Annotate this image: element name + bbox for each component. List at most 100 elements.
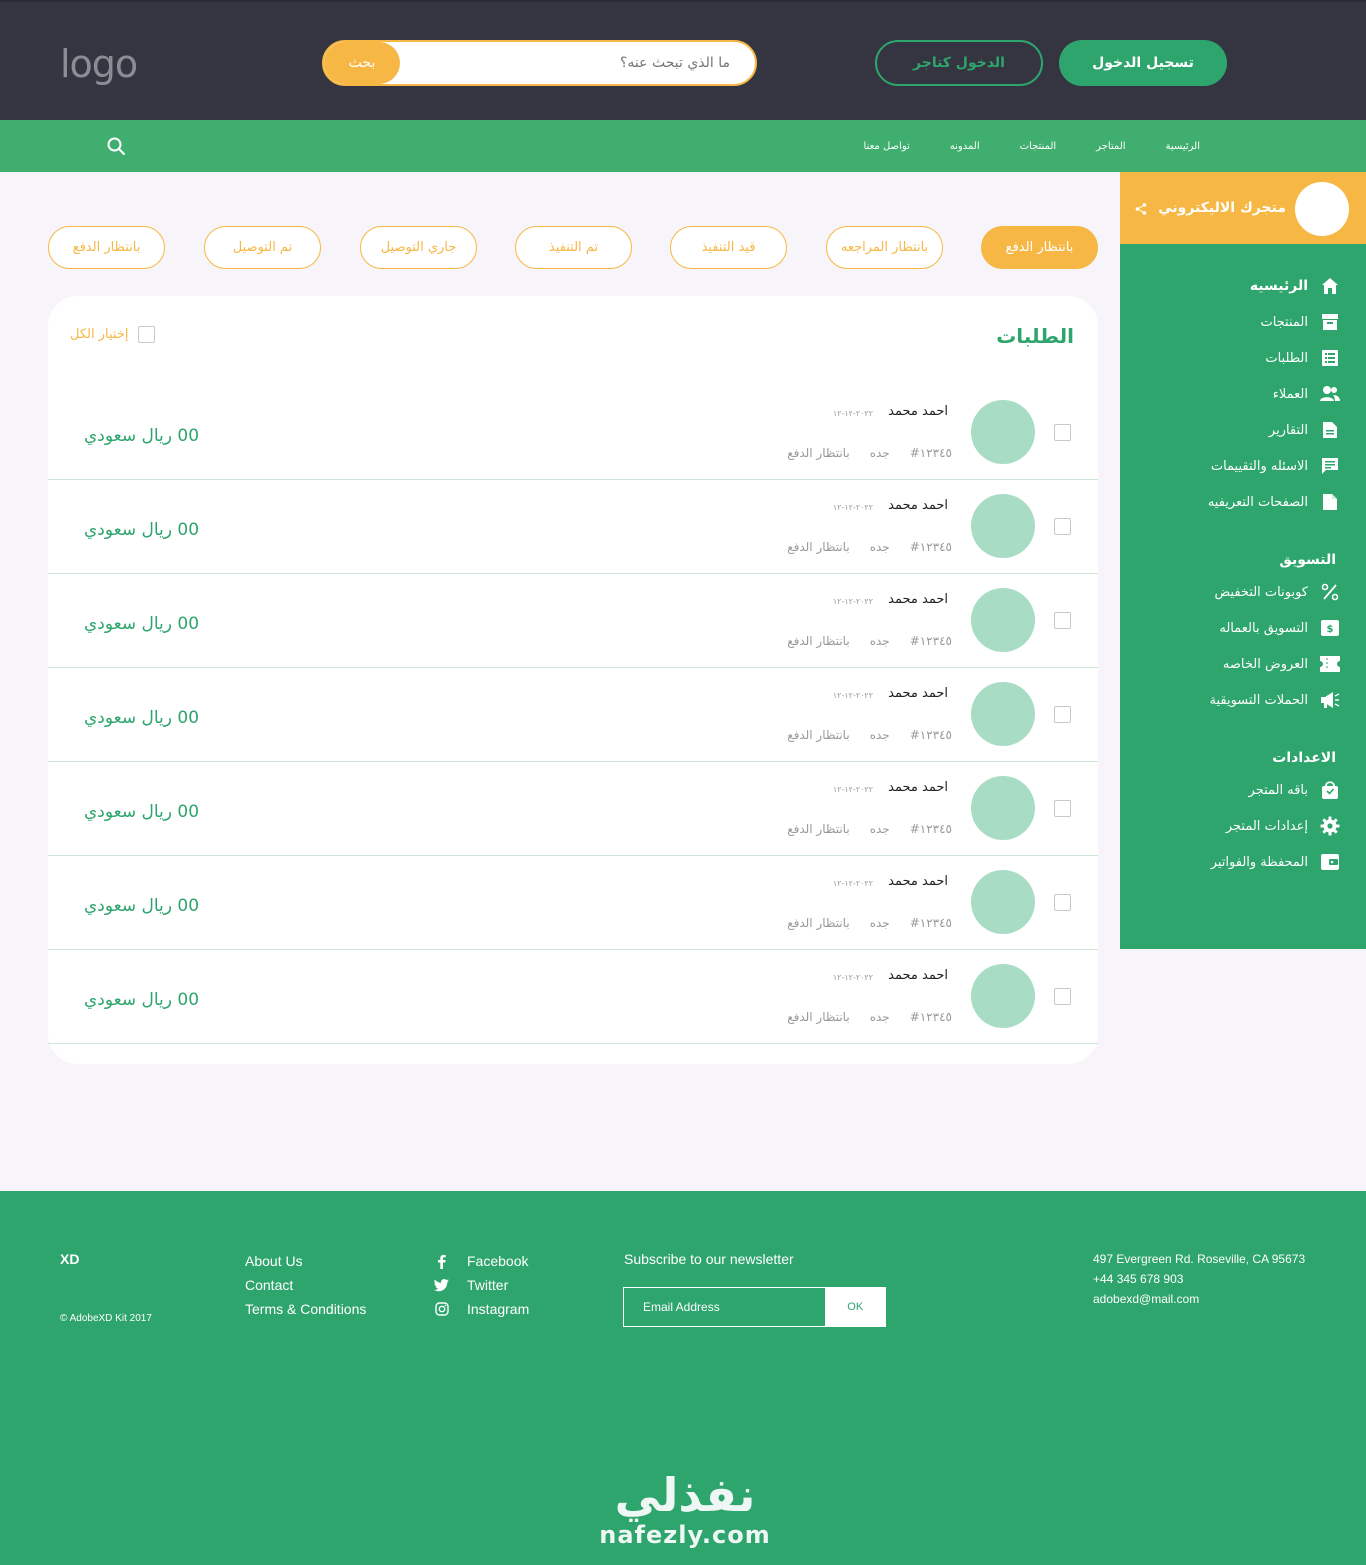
row-checkbox[interactable] xyxy=(1054,800,1071,817)
nav-item-stores[interactable]: المتاجر xyxy=(1076,141,1145,152)
order-price: 00 ريال سعودي xyxy=(84,426,200,446)
row-checkbox[interactable] xyxy=(1054,612,1071,629)
footer-link-terms[interactable]: Terms & Conditions xyxy=(245,1297,366,1321)
social-facebook[interactable]: Facebook xyxy=(434,1249,529,1273)
users-icon xyxy=(1320,384,1340,404)
orders-list: احمد محمد ٢٠٢٢-١٢-١٢ #١٢٣٤٥ جده بانتظار … xyxy=(48,386,1098,1044)
merchant-login-button[interactable]: الدخول كتاجر xyxy=(875,40,1043,86)
sidebar-item-questions[interactable]: الاسئله والتقييمات xyxy=(1120,448,1366,484)
customer-name: احمد محمد xyxy=(888,874,948,889)
sidebar-item-label: التقارير xyxy=(1268,422,1308,438)
sidebar-item-label: العملاء xyxy=(1272,386,1308,402)
row-checkbox[interactable] xyxy=(1054,518,1071,535)
sidebar-item-label: الحملات التسويقية xyxy=(1209,692,1308,708)
store-avatar[interactable] xyxy=(1295,182,1349,236)
watermark-url: nafezly.com xyxy=(599,1521,771,1549)
order-row[interactable]: احمد محمد ٢٠٢٢-١٢-١٢ #١٢٣٤٥ جده بانتظار … xyxy=(48,480,1098,574)
filter-awaiting-review[interactable]: بانتظار المراجعه xyxy=(826,226,943,269)
order-meta: #١٢٣٤٥ جده بانتظار الدفع xyxy=(787,634,952,648)
customer-avatar xyxy=(971,400,1035,464)
top-header: logo بحث الدخول كتاجر تسجيل الدخول xyxy=(0,0,1366,120)
filter-delivered[interactable]: تم التوصيل xyxy=(204,226,321,269)
sidebar-item-wallet[interactable]: المحفظة والفواتير xyxy=(1120,844,1366,880)
filter-delivering[interactable]: جاري التوصيل xyxy=(360,226,477,269)
order-meta: #١٢٣٤٥ جده بانتظار الدفع xyxy=(787,540,952,554)
nav-item-blog[interactable]: المدونه xyxy=(930,141,1000,152)
order-id: #١٢٣٤٥ xyxy=(909,822,952,836)
subscribe-button[interactable]: OK xyxy=(825,1288,885,1326)
nav-item-home[interactable]: الرئيسية xyxy=(1146,141,1220,152)
document-icon xyxy=(1320,420,1340,440)
sidebar-item-offers[interactable]: العروض الخاصه xyxy=(1120,646,1366,682)
search-icon[interactable] xyxy=(106,136,126,156)
customer-name: احمد محمد xyxy=(888,968,948,983)
social-label: Facebook xyxy=(467,1253,529,1269)
sidebar-item-customers[interactable]: العملاء xyxy=(1120,376,1366,412)
sidebar-item-label: باقه المتجر xyxy=(1248,782,1308,798)
order-row[interactable]: احمد محمد ٢٠٢٢-١٢-١٢ #١٢٣٤٥ جده بانتظار … xyxy=(48,574,1098,668)
search-input[interactable] xyxy=(404,42,744,84)
signup-button[interactable]: تسجيل الدخول xyxy=(1059,40,1227,86)
order-date: ٢٠٢٢-١٢-١٢ xyxy=(832,691,873,700)
svg-text:$: $ xyxy=(1327,624,1334,635)
sidebar-item-label: إعدادات المتجر xyxy=(1225,818,1308,834)
order-meta: #١٢٣٤٥ جده بانتظار الدفع xyxy=(787,916,952,930)
email-address[interactable]: adobexd@mail.com xyxy=(1093,1289,1305,1309)
nav-item-products[interactable]: المنتجات xyxy=(1000,141,1077,152)
filter-in-progress[interactable]: قيد التنفيذ xyxy=(670,226,787,269)
sidebar-item-label: العروض الخاصه xyxy=(1222,656,1308,672)
nav-items: الرئيسية المتاجر المنتجات المدونه تواصل … xyxy=(840,120,1220,172)
customer-name: احمد محمد xyxy=(888,686,948,701)
sidebar-item-package[interactable]: باقه المتجر xyxy=(1120,772,1366,808)
order-price: 00 ريال سعودي xyxy=(84,802,200,822)
logo[interactable]: logo xyxy=(60,42,138,86)
filter-awaiting-payment-2[interactable]: بانتظار الدفع xyxy=(48,226,165,269)
watermark: نفذلي nafezly.com xyxy=(595,1469,775,1549)
newsletter-title: Subscribe to our newsletter xyxy=(624,1251,794,1267)
select-all-checkbox[interactable] xyxy=(138,326,156,343)
email-field[interactable] xyxy=(624,1288,826,1326)
order-row[interactable]: احمد محمد ٢٠٢٢-١٢-١٢ #١٢٣٤٥ جده بانتظار … xyxy=(48,386,1098,480)
select-all[interactable]: إختيار الكل xyxy=(70,326,156,343)
order-row[interactable]: احمد محمد ٢٠٢٢-١٢-١٢ #١٢٣٤٥ جده بانتظار … xyxy=(48,950,1098,1044)
order-date: ٢٠٢٢-١٢-١٢ xyxy=(832,597,873,606)
order-meta: #١٢٣٤٥ جده بانتظار الدفع xyxy=(787,728,952,742)
row-checkbox[interactable] xyxy=(1054,894,1071,911)
sidebar-item-label: الطلبات xyxy=(1265,350,1308,366)
sidebar-item-coupons[interactable]: كوبونات التخفيض xyxy=(1120,574,1366,610)
social-label: Instagram xyxy=(467,1301,530,1317)
order-id: #١٢٣٤٥ xyxy=(909,1010,952,1024)
order-row[interactable]: احمد محمد ٢٠٢٢-١٢-١٢ #١٢٣٤٥ جده بانتظار … xyxy=(48,856,1098,950)
sidebar-item-home[interactable]: الرئيسيه xyxy=(1120,268,1366,304)
phone-number: +44 345 678 903 xyxy=(1093,1272,1184,1286)
row-checkbox[interactable] xyxy=(1054,706,1071,723)
sidebar-item-affiliate[interactable]: $ التسويق بالعماله xyxy=(1120,610,1366,646)
social-instagram[interactable]: Instagram xyxy=(434,1297,529,1321)
sidebar-item-reports[interactable]: التقارير xyxy=(1120,412,1366,448)
sidebar-item-orders[interactable]: الطلبات xyxy=(1120,340,1366,376)
sidebar-item-pages[interactable]: الصفحات التعريفيه xyxy=(1120,484,1366,520)
sidebar-item-store-settings[interactable]: إعدادات المتجر xyxy=(1120,808,1366,844)
nav-item-contact[interactable]: تواصل معنا xyxy=(844,141,930,152)
filter-awaiting-payment[interactable]: بانتظار الدفع xyxy=(981,226,1098,269)
order-id: #١٢٣٤٥ xyxy=(909,540,952,554)
order-status-filters: بانتظار الدفع بانتظار المراجعه قيد التنف… xyxy=(48,226,1098,270)
footer-link-about[interactable]: About Us xyxy=(245,1249,366,1273)
customer-avatar xyxy=(971,964,1035,1028)
order-status: بانتظار الدفع xyxy=(787,822,850,836)
social-twitter[interactable]: Twitter xyxy=(434,1273,529,1297)
order-city: جده xyxy=(869,634,890,648)
footer-link-contact[interactable]: Contact xyxy=(245,1273,366,1297)
row-checkbox[interactable] xyxy=(1054,424,1071,441)
search-button[interactable]: بحث xyxy=(324,42,400,84)
page-title: الطلبات xyxy=(996,324,1074,348)
filter-completed[interactable]: تم التنفيذ xyxy=(515,226,632,269)
sidebar-item-campaigns[interactable]: الحملات التسويقية xyxy=(1120,682,1366,718)
order-city: جده xyxy=(869,916,890,930)
sidebar-section-settings: الاعدادات xyxy=(1272,750,1336,766)
order-row[interactable]: احمد محمد ٢٠٢٢-١٢-١٢ #١٢٣٤٥ جده بانتظار … xyxy=(48,762,1098,856)
sidebar-item-products[interactable]: المنتجات xyxy=(1120,304,1366,340)
order-row[interactable]: احمد محمد ٢٠٢٢-١٢-١٢ #١٢٣٤٥ جده بانتظار … xyxy=(48,668,1098,762)
row-checkbox[interactable] xyxy=(1054,988,1071,1005)
share-icon[interactable] xyxy=(1134,202,1148,216)
